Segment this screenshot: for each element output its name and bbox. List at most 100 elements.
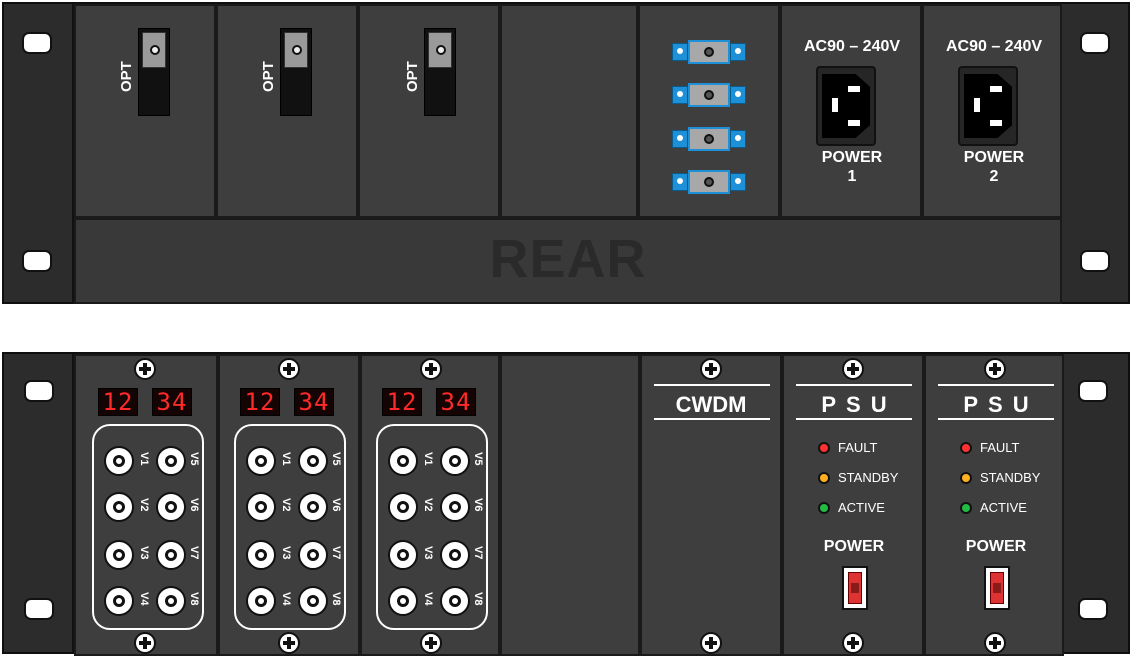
rear-fiber-slot xyxy=(638,4,780,218)
rack-mount-hole xyxy=(1080,250,1110,272)
rear-chassis: OPT OPT OPT AC90 – 240V POWER 1 AC90 – 2… xyxy=(2,2,1130,304)
rear-opt-slot-2: OPT xyxy=(216,4,358,218)
bnc-connector[interactable] xyxy=(440,540,470,570)
optical-port[interactable] xyxy=(280,28,312,116)
bnc-connector[interactable] xyxy=(104,446,134,476)
bnc-connector[interactable] xyxy=(156,492,186,522)
bnc-connector[interactable] xyxy=(156,586,186,616)
channel-label: V6 xyxy=(472,498,484,512)
title-rule-bottom xyxy=(654,418,770,420)
bnc-connector[interactable] xyxy=(104,586,134,616)
lc-fiber-port[interactable] xyxy=(672,170,746,194)
video-module-3: 12 34 V1 V5 V2 V6 V3 V7 V4 V8 xyxy=(360,354,500,656)
power-switch-label: POWER xyxy=(965,538,1027,555)
optical-port[interactable] xyxy=(138,28,170,116)
video-module-1: 12 34 V1 V5 V2 V6 V3 V7 V4 V8 xyxy=(74,354,218,656)
bnc-connector[interactable] xyxy=(246,446,276,476)
panel-screw xyxy=(984,358,1006,380)
channel-label: V1 xyxy=(138,452,150,466)
bnc-connector[interactable] xyxy=(104,492,134,522)
bnc-connector[interactable] xyxy=(246,586,276,616)
panel-screw xyxy=(420,632,442,654)
panel-screw xyxy=(278,632,300,654)
opt-label: OPT xyxy=(118,61,135,92)
opt-label: OPT xyxy=(260,61,277,92)
channel-label: V7 xyxy=(472,546,484,560)
panel-screw xyxy=(134,632,156,654)
rack-mount-hole xyxy=(1078,380,1108,402)
ac-inlet-socket[interactable] xyxy=(958,66,1018,146)
rear-opt-slot-3: OPT xyxy=(358,4,500,218)
panel-screw xyxy=(842,358,864,380)
rear-blank-slot xyxy=(500,4,638,218)
bnc-connector[interactable] xyxy=(298,446,328,476)
active-led xyxy=(818,502,830,514)
bnc-connector[interactable] xyxy=(388,446,418,476)
channel-label: V3 xyxy=(138,546,150,560)
ac-inlet-socket[interactable] xyxy=(816,66,876,146)
title-rule-bottom xyxy=(938,418,1054,420)
bnc-connector-panel: V1 V5 V2 V6 V3 V7 V4 V8 xyxy=(376,424,488,630)
active-led xyxy=(960,502,972,514)
bnc-connector[interactable] xyxy=(388,492,418,522)
rack-mount-hole xyxy=(1080,32,1110,54)
lc-fiber-port[interactable] xyxy=(672,127,746,151)
bnc-connector[interactable] xyxy=(246,540,276,570)
standby-label: STANDBY xyxy=(980,470,1041,485)
channel-label: V8 xyxy=(472,592,484,606)
fault-label: FAULT xyxy=(980,440,1020,455)
channel-label: V2 xyxy=(280,498,292,512)
channel-label: V2 xyxy=(422,498,434,512)
bnc-connector[interactable] xyxy=(298,540,328,570)
video-module-2: 12 34 V1 V5 V2 V6 V3 V7 V4 V8 xyxy=(218,354,360,656)
front-left-rack-ear xyxy=(4,354,74,652)
front-right-rack-ear xyxy=(1058,354,1128,652)
lc-fiber-port[interactable] xyxy=(672,83,746,107)
rack-mount-hole xyxy=(1078,598,1108,620)
power-rocker-switch[interactable] xyxy=(842,566,868,610)
channel-label: V5 xyxy=(472,452,484,466)
bnc-connector[interactable] xyxy=(440,446,470,476)
channel-display-left: 12 xyxy=(240,388,280,416)
active-label: ACTIVE xyxy=(980,500,1027,515)
rear-power-slot-2: AC90 – 240V POWER 2 xyxy=(922,4,1062,218)
rear-opt-slot-1: OPT xyxy=(74,4,216,218)
panel-screw xyxy=(984,632,1006,654)
optical-port[interactable] xyxy=(424,28,456,116)
rear-label-bar: REAR xyxy=(74,218,1062,304)
bnc-connector[interactable] xyxy=(156,446,186,476)
bnc-connector[interactable] xyxy=(298,492,328,522)
bnc-connector-panel: V1 V5 V2 V6 V3 V7 V4 V8 xyxy=(92,424,204,630)
channel-display-right: 34 xyxy=(436,388,476,416)
channel-label: V1 xyxy=(280,452,292,466)
psu-module-1: PSU FAULT STANDBY ACTIVE POWER xyxy=(782,354,924,656)
psu-title: PSU xyxy=(963,392,1039,417)
bnc-connector[interactable] xyxy=(298,586,328,616)
lc-fiber-port[interactable] xyxy=(672,40,746,64)
bnc-connector[interactable] xyxy=(440,586,470,616)
channel-display-right: 34 xyxy=(294,388,334,416)
channel-label: V8 xyxy=(188,592,200,606)
bnc-connector[interactable] xyxy=(388,540,418,570)
bnc-connector[interactable] xyxy=(440,492,470,522)
rear-power-slot-1: AC90 – 240V POWER 1 xyxy=(780,4,922,218)
bnc-connector[interactable] xyxy=(104,540,134,570)
channel-display-left: 12 xyxy=(382,388,422,416)
ac-rating-label: AC90 – 240V xyxy=(945,38,1043,55)
bnc-connector[interactable] xyxy=(156,540,186,570)
channel-label: V6 xyxy=(188,498,200,512)
standby-led xyxy=(818,472,830,484)
ac-rating-label: AC90 – 240V xyxy=(803,38,901,55)
channel-label: V3 xyxy=(422,546,434,560)
active-label: ACTIVE xyxy=(838,500,885,515)
bnc-connector[interactable] xyxy=(388,586,418,616)
title-rule-top xyxy=(938,384,1054,386)
power-rocker-switch[interactable] xyxy=(984,566,1010,610)
title-rule-top xyxy=(796,384,912,386)
bnc-connector[interactable] xyxy=(246,492,276,522)
rear-panel-label: REAR xyxy=(489,229,647,289)
power-switch-label: POWER xyxy=(823,538,885,555)
power-input-label: POWER 1 xyxy=(821,149,883,185)
channel-label: V7 xyxy=(330,546,342,560)
power-input-label: POWER 2 xyxy=(963,149,1025,185)
